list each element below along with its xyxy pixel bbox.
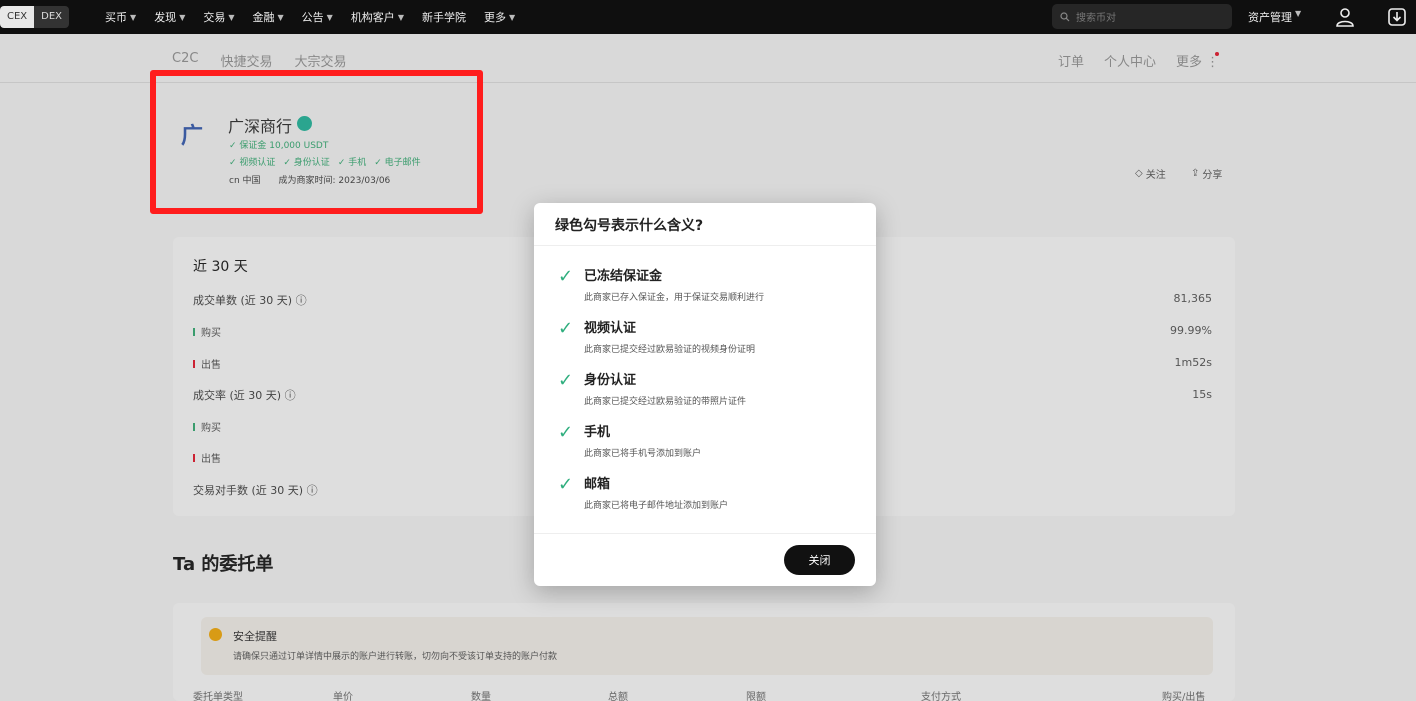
item-desc: 此商家已将手机号添加到账户 <box>584 449 702 459</box>
chevron-down-icon: ▼ <box>130 12 137 22</box>
share-button[interactable]: ⇪ 分享 <box>1191 163 1222 183</box>
check-icon: ✓ <box>558 318 574 339</box>
chevron-down-icon: ▼ <box>228 12 235 22</box>
notice-text: 请确保只通过订单详情中展示的账户进行转账，切勿向不受该订单支持的账户付款 <box>233 652 558 662</box>
nav-more[interactable]: 更多 ▼ <box>484 9 515 25</box>
asset-management-menu[interactable]: 资产管理 ▼ <box>1248 9 1301 25</box>
nav-trade[interactable]: 交易 ▼ <box>203 9 234 25</box>
col-payment: 支付方式 <box>921 692 961 701</box>
tab-block-trade[interactable]: 大宗交易 <box>294 51 346 70</box>
user-icon[interactable] <box>1334 6 1356 28</box>
col-order-type: 委托单类型 <box>193 692 243 701</box>
close-button[interactable]: 关闭 <box>784 545 855 575</box>
orders-title: Ta 的委托单 <box>173 554 274 575</box>
chevron-down-icon: ▼ <box>1295 9 1302 18</box>
item-desc: 此商家已提交经过欧易验证的带照片证件 <box>584 397 747 407</box>
search-input[interactable]: 搜索币对 <box>1052 4 1232 29</box>
cex-dex-switch[interactable]: CEX DEX <box>0 6 70 28</box>
nav-discover[interactable]: 发现 ▼ <box>154 9 185 25</box>
col-limit: 限额 <box>746 692 766 701</box>
col-price: 单价 <box>333 692 353 701</box>
download-icon[interactable] <box>1386 6 1408 28</box>
chevron-down-icon: ▼ <box>179 12 186 22</box>
buy-marker <box>193 327 195 336</box>
cex-tab[interactable]: CEX <box>0 6 35 28</box>
stat-label-orders: 成交单数 (近 30 天) ⓘ <box>193 294 307 307</box>
safety-notice <box>201 617 1213 675</box>
check-icon: ✓ <box>558 370 574 391</box>
search-icon <box>1060 11 1070 21</box>
stat-value: 1m52s <box>1174 356 1212 369</box>
check-icon: ✓ <box>558 474 574 495</box>
item-title: 身份认证 <box>584 373 637 388</box>
nav-academy[interactable]: 新手学院 <box>422 9 466 25</box>
follow-button[interactable]: ◇ 关注 <box>1135 163 1166 183</box>
green-check-info-dialog: 绿色勾号表示什么含义? ✓ 已冻结保证金 此商家已存入保证金，用于保证交易顺利进… <box>534 203 876 586</box>
nav-finance[interactable]: 金融 ▼ <box>253 9 284 25</box>
stat-value: 81,365 <box>1173 292 1213 305</box>
highlight-annotation-box <box>150 70 483 214</box>
item-title: 已冻结保证金 <box>584 269 663 284</box>
stat-sub-buy: 购买 <box>193 419 221 434</box>
item-desc: 此商家已存入保证金，用于保证交易顺利进行 <box>584 293 765 303</box>
dex-tab[interactable]: DEX <box>34 6 70 28</box>
sell-marker <box>193 453 195 462</box>
personal-center-link[interactable]: 个人中心 <box>1104 51 1156 70</box>
warning-icon <box>209 628 222 641</box>
buy-marker <box>193 422 195 431</box>
chevron-down-icon: ▼ <box>277 12 284 22</box>
nav-announcements[interactable]: 公告 ▼ <box>302 9 333 25</box>
top-nav-bar: CEX DEX 买币 ▼ 发现 ▼ 交易 ▼ 金融 ▼ 公告 ▼ 机构客户 ▼ 新手学院 更… <box>0 0 1416 34</box>
search-placeholder: 搜索币对 <box>1076 13 1116 24</box>
check-icon: ✓ <box>558 266 574 287</box>
notification-dot <box>1215 52 1219 56</box>
stat-label-counterparties: 交易对手数 (近 30 天) ⓘ <box>193 484 318 497</box>
stat-value: 15s <box>1192 388 1212 401</box>
item-desc: 此商家已提交经过欧易验证的视频身份证明 <box>584 345 756 355</box>
stat-sub-sell: 出售 <box>193 450 221 465</box>
dialog-title: 绿色勾号表示什么含义? <box>555 218 704 234</box>
tab-c2c[interactable]: C2C <box>172 51 198 70</box>
col-buy-sell: 购买/出售 <box>1162 692 1206 701</box>
stat-label-completion: 成交率 (近 30 天) ⓘ <box>193 389 296 402</box>
chevron-down-icon: ▼ <box>397 12 404 22</box>
c2c-right-nav: 订单 个人中心 更多 ⋮ <box>1058 51 1219 70</box>
item-title: 邮箱 <box>584 477 611 492</box>
stat-sub-buy: 购买 <box>193 324 221 339</box>
c2c-subnav: C2C 快捷交易 大宗交易 <box>172 51 346 70</box>
tab-express[interactable]: 快捷交易 <box>220 51 272 70</box>
orders-link[interactable]: 订单 <box>1058 51 1084 70</box>
follow-icon: ◇ <box>1135 167 1143 179</box>
chevron-down-icon: ▼ <box>326 12 333 22</box>
dialog-divider <box>534 533 876 534</box>
notice-title: 安全提醒 <box>233 630 277 643</box>
stat-value: 99.99% <box>1170 324 1212 337</box>
col-quantity: 数量 <box>471 692 491 701</box>
item-title: 视频认证 <box>584 321 637 336</box>
main-nav: 买币 ▼ 发现 ▼ 交易 ▼ 金融 ▼ 公告 ▼ 机构客户 ▼ 新手学院 更多 ▼ <box>105 9 533 25</box>
stat-sub-sell: 出售 <box>193 356 221 371</box>
more-menu[interactable]: 更多 ⋮ <box>1176 51 1219 70</box>
share-icon: ⇪ <box>1191 167 1200 179</box>
col-total: 总额 <box>608 692 628 701</box>
nav-buy-crypto[interactable]: 买币 ▼ <box>105 9 136 25</box>
sell-marker <box>193 359 195 368</box>
dialog-divider <box>534 245 876 246</box>
check-icon: ✓ <box>558 422 574 443</box>
chevron-down-icon: ▼ <box>508 12 516 22</box>
item-desc: 此商家已将电子邮件地址添加到账户 <box>584 501 729 511</box>
item-title: 手机 <box>584 425 611 440</box>
nav-institutional[interactable]: 机构客户 ▼ <box>351 9 404 25</box>
stats-title: 近 30 天 <box>193 259 248 275</box>
